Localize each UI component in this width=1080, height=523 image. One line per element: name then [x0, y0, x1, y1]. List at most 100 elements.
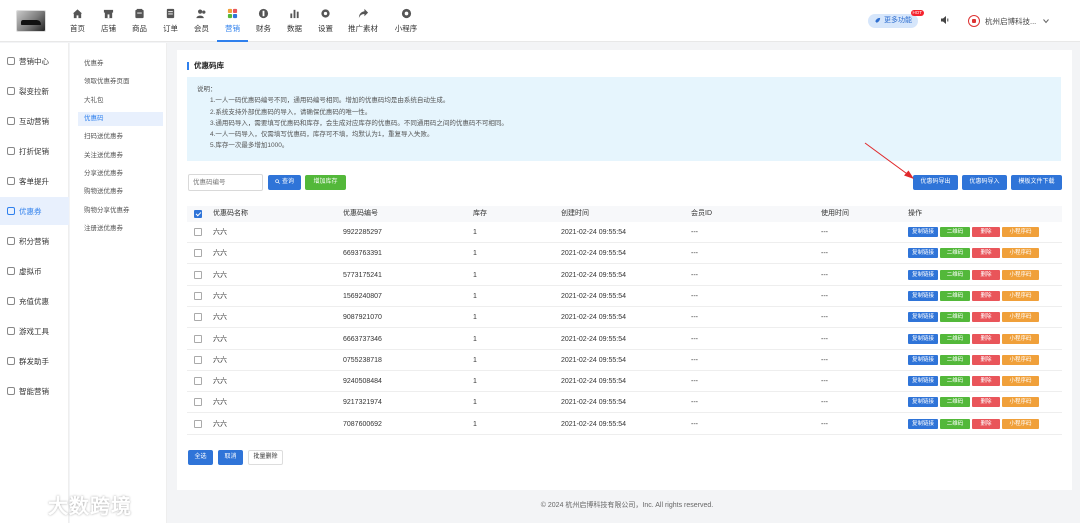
- delete-button[interactable]: 删除: [972, 354, 1000, 365]
- copy-link-button[interactable]: 复制链接: [908, 354, 938, 365]
- nav-settings[interactable]: 设置: [310, 6, 341, 36]
- qr-code-button[interactable]: 二维码: [940, 290, 970, 301]
- delete-button[interactable]: 删除: [972, 333, 1000, 344]
- submenu-item[interactable]: 优惠券: [78, 57, 163, 71]
- submenu-item[interactable]: 扫码送优惠券: [78, 130, 163, 144]
- nav-home[interactable]: 首页: [62, 6, 93, 36]
- mini-program-code-button[interactable]: 小程序码: [1002, 227, 1039, 237]
- add-stock-button[interactable]: 增加库存: [305, 175, 346, 190]
- select-all-button[interactable]: 全选: [188, 450, 213, 465]
- export-coupon-code-button[interactable]: 优惠码导出: [913, 175, 958, 190]
- mini-program-code-button[interactable]: 小程序码: [1002, 354, 1039, 365]
- nav-store[interactable]: 店铺: [93, 6, 124, 36]
- row-checkbox[interactable]: [194, 355, 202, 364]
- mini-program-code-button[interactable]: 小程序码: [1002, 333, 1039, 344]
- sidebar-item-order-value[interactable]: 客单提升: [0, 167, 69, 195]
- copy-link-button[interactable]: 复制链接: [908, 333, 938, 344]
- row-checkbox[interactable]: [194, 249, 202, 258]
- download-template-button[interactable]: 模板文件下载: [1011, 175, 1062, 190]
- delete-button[interactable]: 删除: [972, 376, 1000, 387]
- delete-button[interactable]: 删除: [972, 248, 1000, 259]
- coupon-code-search-input[interactable]: [188, 174, 263, 191]
- nav-data[interactable]: 数据: [279, 6, 310, 36]
- qr-code-button[interactable]: 二维码: [940, 397, 970, 408]
- qr-code-button[interactable]: 二维码: [940, 227, 970, 237]
- cancel-button[interactable]: 取消: [218, 450, 243, 465]
- sidebar-item-mass-send[interactable]: 群发助手: [0, 347, 69, 375]
- store-logo[interactable]: [16, 10, 46, 32]
- mini-program-code-button[interactable]: 小程序码: [1002, 376, 1039, 387]
- speaker-icon[interactable]: [940, 15, 950, 25]
- delete-button[interactable]: 删除: [972, 418, 1000, 429]
- mini-program-code-button[interactable]: 小程序码: [1002, 269, 1039, 280]
- qr-code-button[interactable]: 二维码: [940, 376, 970, 387]
- sidebar-item-recharge[interactable]: 充值优惠: [0, 287, 69, 315]
- nav-goods[interactable]: 商品: [124, 6, 155, 36]
- qr-code-button[interactable]: 二维码: [940, 418, 970, 429]
- sidebar-item-label: 优惠券: [19, 206, 42, 216]
- select-all-checkbox[interactable]: [194, 210, 202, 218]
- sidebar-item-points[interactable]: 积分营销: [0, 227, 69, 255]
- row-checkbox[interactable]: [194, 270, 202, 279]
- copy-link-button[interactable]: 复制链接: [908, 227, 938, 237]
- delete-button[interactable]: 删除: [972, 312, 1000, 323]
- row-checkbox[interactable]: [194, 334, 202, 343]
- submenu-item[interactable]: 领取优惠券页面: [78, 75, 163, 89]
- nav-miniprogram[interactable]: 小程序: [385, 6, 427, 36]
- delete-button[interactable]: 删除: [972, 227, 1000, 237]
- copy-link-button[interactable]: 复制链接: [908, 418, 938, 429]
- qr-code-button[interactable]: 二维码: [940, 248, 970, 259]
- delete-button[interactable]: 删除: [972, 269, 1000, 280]
- nav-promo-material[interactable]: 推广素材: [341, 6, 385, 36]
- submenu-item-active[interactable]: 优惠码: [78, 112, 163, 126]
- smart-icon: [7, 387, 15, 395]
- batch-delete-button[interactable]: 批量删除: [248, 450, 283, 465]
- copy-link-button[interactable]: 复制链接: [908, 312, 938, 323]
- nav-finance[interactable]: 财务: [248, 6, 279, 36]
- submenu-item[interactable]: 大礼包: [78, 94, 163, 108]
- sidebar-item-virtual-coin[interactable]: 虚拟币: [0, 257, 69, 285]
- mini-program-code-button[interactable]: 小程序码: [1002, 248, 1039, 259]
- submenu-item[interactable]: 购物分享优惠券: [78, 204, 163, 218]
- copy-link-button[interactable]: 复制链接: [908, 269, 938, 280]
- nav-order[interactable]: 订单: [155, 6, 186, 36]
- sidebar-item-games[interactable]: 游戏工具: [0, 317, 69, 345]
- sidebar-item-discount[interactable]: 打折促销: [0, 137, 69, 165]
- copy-link-button[interactable]: 复制链接: [908, 376, 938, 387]
- nav-marketing[interactable]: 营销: [217, 6, 248, 42]
- import-coupon-code-button[interactable]: 优惠码导入: [962, 175, 1007, 190]
- delete-button[interactable]: 删除: [972, 290, 1000, 301]
- copy-link-button[interactable]: 复制链接: [908, 248, 938, 259]
- row-checkbox[interactable]: [194, 228, 202, 236]
- mini-program-code-button[interactable]: 小程序码: [1002, 397, 1039, 408]
- sidebar-item-coupon[interactable]: 优惠券: [0, 197, 69, 225]
- row-checkbox[interactable]: [194, 291, 202, 300]
- company-switcher[interactable]: 杭州启博科技...: [968, 13, 1050, 29]
- mini-program-code-button[interactable]: 小程序码: [1002, 290, 1039, 301]
- qr-code-button[interactable]: 二维码: [940, 312, 970, 323]
- submenu-item[interactable]: 关注送优惠券: [78, 149, 163, 163]
- submenu-item[interactable]: 分享送优惠券: [78, 167, 163, 181]
- submenu-item[interactable]: 购物送优惠券: [78, 185, 163, 199]
- sidebar-item-smart[interactable]: 智能营销: [0, 377, 69, 405]
- row-checkbox[interactable]: [194, 377, 202, 386]
- qr-code-button[interactable]: 二维码: [940, 269, 970, 280]
- qr-code-button[interactable]: 二维码: [940, 333, 970, 344]
- row-checkbox[interactable]: [194, 313, 202, 322]
- row-checkbox[interactable]: [194, 398, 202, 407]
- sidebar-item-fission[interactable]: 裂变拉新: [0, 77, 69, 105]
- copy-link-button[interactable]: 复制链接: [908, 397, 938, 408]
- qr-code-button[interactable]: 二维码: [940, 354, 970, 365]
- submenu-item[interactable]: 注册送优惠券: [78, 222, 163, 236]
- mini-program-code-button[interactable]: 小程序码: [1002, 418, 1039, 429]
- delete-button[interactable]: 删除: [972, 397, 1000, 408]
- row-checkbox[interactable]: [194, 419, 202, 428]
- search-button[interactable]: 查询: [268, 175, 301, 190]
- nav-member[interactable]: 会员: [186, 6, 217, 36]
- sidebar-item-marketing-center[interactable]: 营销中心: [0, 47, 69, 75]
- coupon-name-cell: 六六: [213, 399, 227, 407]
- copy-link-button[interactable]: 复制链接: [908, 290, 938, 301]
- more-features-button[interactable]: 更多功能 HOT: [868, 10, 924, 28]
- sidebar-item-interactive[interactable]: 互动营销: [0, 107, 69, 135]
- mini-program-code-button[interactable]: 小程序码: [1002, 312, 1039, 323]
